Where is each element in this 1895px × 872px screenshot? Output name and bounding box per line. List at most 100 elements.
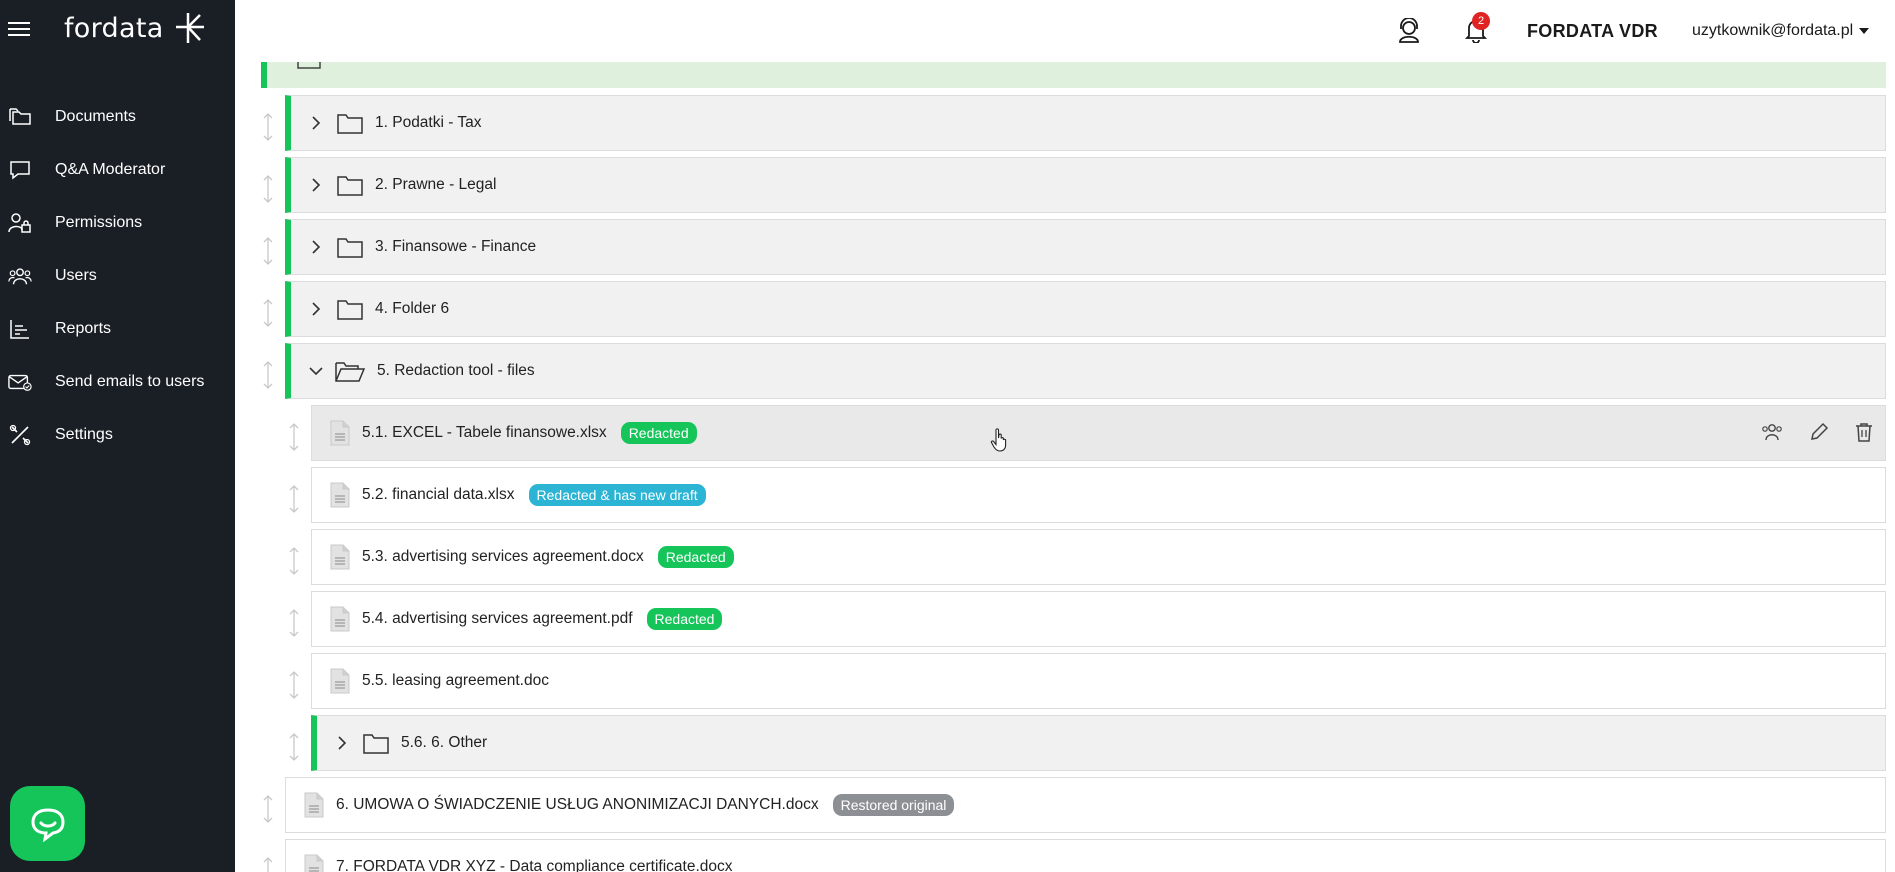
chat-bubble-icon	[8, 158, 32, 182]
hamburger-menu-icon[interactable]	[8, 18, 30, 40]
users-icon	[8, 264, 32, 288]
folder-icon	[337, 176, 363, 196]
folder-open-icon	[335, 362, 365, 382]
status-badge: Redacted	[646, 608, 723, 630]
sidebar-item-permissions[interactable]: Permissions	[0, 196, 235, 249]
file-row[interactable]: 6. UMOWA O ŚWIADCZENIE USŁUG ANONIMIZACJ…	[285, 777, 1886, 833]
folder-icon	[337, 300, 363, 320]
drag-handle-icon[interactable]	[287, 422, 301, 452]
folder-icon	[363, 734, 389, 754]
file-row[interactable]: 5.3. advertising services agreement.docx…	[311, 529, 1886, 585]
user-lock-icon	[8, 211, 32, 235]
drag-handle-icon[interactable]	[287, 546, 301, 576]
document-icon	[304, 792, 324, 818]
sidebar-item-documents[interactable]: Documents	[0, 90, 235, 143]
file-row[interactable]: 5.4. advertising services agreement.pdf …	[311, 591, 1886, 647]
user-email: uzytkownik@fordata.pl	[1692, 22, 1854, 39]
edit-pencil-icon[interactable]	[1809, 422, 1829, 442]
file-label: 7. FORDATA VDR XYZ - Data compliance cer…	[336, 858, 733, 872]
drag-handle-icon[interactable]	[261, 298, 275, 328]
chevron-right-icon[interactable]	[309, 240, 323, 254]
file-row[interactable]: 5.5. leasing agreement.doc	[311, 653, 1886, 709]
sidebar-item-label: Q&A Moderator	[55, 160, 166, 178]
document-icon	[330, 420, 350, 446]
sidebar: fordata Documents Q&A Moderator Permissi…	[0, 0, 235, 872]
sidebar-item-settings[interactable]: Settings	[0, 408, 235, 461]
tools-icon	[8, 423, 32, 447]
sidebar-item-users[interactable]: Users	[0, 249, 235, 302]
folder-label: 2. Prawne - Legal	[375, 176, 497, 193]
status-badge: Redacted	[620, 422, 697, 444]
logo[interactable]: fordata	[64, 8, 206, 48]
folders-icon	[8, 105, 32, 129]
root-folder-row[interactable]	[261, 62, 1886, 88]
sidebar-item-reports[interactable]: Reports	[0, 302, 235, 355]
subfolder-row[interactable]: 5.6. 6. Other	[311, 715, 1886, 771]
folder-label: 4. Folder 6	[375, 300, 450, 317]
sidebar-item-qa-moderator[interactable]: Q&A Moderator	[0, 143, 235, 196]
folder-label: 1. Podatki - Tax	[375, 114, 482, 131]
folder-row[interactable]: 4. Folder 6	[285, 281, 1886, 337]
logo-mark-icon	[175, 13, 204, 43]
report-chart-icon	[8, 317, 32, 341]
support-chat-button[interactable]	[10, 786, 85, 861]
support-agent-icon[interactable]	[1397, 18, 1421, 44]
document-icon	[330, 544, 350, 570]
status-badge: Redacted	[657, 546, 734, 568]
sidebar-item-label: Settings	[55, 425, 113, 443]
sidebar-item-label: Permissions	[55, 213, 143, 231]
row-actions	[1761, 422, 1873, 442]
file-row[interactable]: 7. FORDATA VDR XYZ - Data compliance cer…	[285, 839, 1886, 872]
folder-icon	[337, 114, 363, 134]
folder-row[interactable]: 1. Podatki - Tax	[285, 95, 1886, 151]
chevron-right-icon[interactable]	[309, 178, 323, 192]
drag-handle-icon[interactable]	[287, 670, 301, 700]
folder-label: 5. Redaction tool - files	[377, 362, 535, 379]
sidebar-item-label: Users	[55, 266, 97, 284]
document-tree: 1. Podatki - Tax 2. Prawne - Legal 3. Fi…	[235, 62, 1895, 872]
chevron-right-icon[interactable]	[309, 302, 323, 316]
sidebar-nav: Documents Q&A Moderator Permissions User…	[0, 90, 235, 461]
folder-label: 5.6. 6. Other	[401, 734, 488, 751]
file-label: 5.5. leasing agreement.doc	[362, 672, 549, 689]
chat-bubble-icon	[30, 807, 65, 842]
folder-row-expanded[interactable]: 5. Redaction tool - files	[285, 343, 1886, 399]
drag-handle-icon[interactable]	[261, 236, 275, 266]
drag-handle-icon[interactable]	[287, 608, 301, 638]
vdr-name[interactable]: FORDATA VDR	[1527, 21, 1658, 42]
chevron-right-icon[interactable]	[309, 116, 323, 130]
logo-text: fordata	[64, 12, 164, 44]
file-row[interactable]: 5.1. EXCEL - Tabele finansowe.xlsx Redac…	[311, 405, 1886, 461]
document-icon	[330, 606, 350, 632]
drag-handle-icon[interactable]	[261, 174, 275, 204]
folder-icon	[337, 238, 363, 258]
trash-icon[interactable]	[1855, 422, 1873, 442]
file-label: 5.2. financial data.xlsx	[362, 486, 515, 503]
folder-row[interactable]: 3. Finansowe - Finance	[285, 219, 1886, 275]
status-badge: Redacted & has new draft	[528, 484, 706, 506]
drag-handle-icon[interactable]	[261, 794, 275, 824]
file-label: 5.3. advertising services agreement.docx	[362, 548, 644, 565]
chevron-right-icon[interactable]	[335, 736, 349, 750]
drag-handle-icon[interactable]	[261, 856, 275, 872]
document-icon	[330, 668, 350, 694]
drag-handle-icon[interactable]	[287, 732, 301, 762]
caret-down-icon	[1859, 28, 1870, 34]
folder-row[interactable]: 2. Prawne - Legal	[285, 157, 1886, 213]
hand-cursor-icon	[990, 428, 1007, 452]
sidebar-item-send-emails[interactable]: Send emails to users	[0, 355, 235, 408]
drag-handle-icon[interactable]	[287, 484, 301, 514]
sidebar-item-label: Send emails to users	[55, 372, 205, 390]
file-row[interactable]: 5.2. financial data.xlsx Redacted & has …	[311, 467, 1886, 523]
folder-icon	[297, 62, 321, 69]
user-menu[interactable]: uzytkownik@fordata.pl	[1692, 22, 1870, 40]
drag-handle-icon[interactable]	[261, 360, 275, 390]
status-badge: Restored original	[832, 794, 955, 816]
drag-handle-icon[interactable]	[261, 112, 275, 142]
chevron-down-icon[interactable]	[309, 364, 323, 378]
users-permissions-icon[interactable]	[1761, 422, 1783, 442]
file-label: 6. UMOWA O ŚWIADCZENIE USŁUG ANONIMIZACJ…	[336, 796, 819, 813]
document-icon	[304, 854, 324, 872]
file-label: 5.4. advertising services agreement.pdf	[362, 610, 633, 627]
sidebar-item-label: Documents	[55, 107, 136, 125]
